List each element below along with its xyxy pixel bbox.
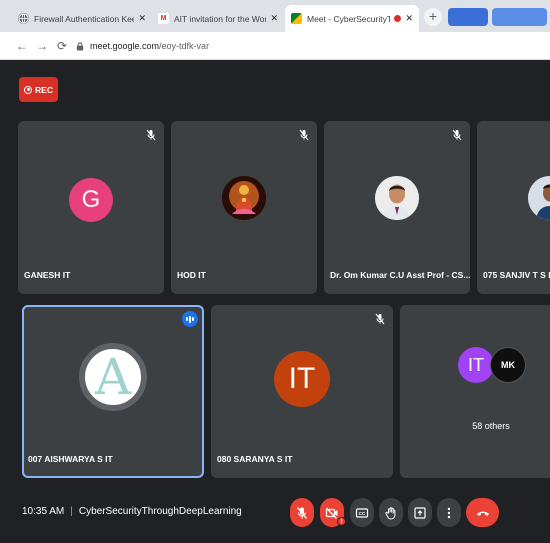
mic-off-icon — [375, 313, 385, 325]
separator: | — [70, 506, 73, 517]
person-photo-avatar — [375, 176, 419, 220]
meeting-info: 10:35 AM | CyberSecurityThroughDeepLearnin… — [22, 506, 242, 517]
speaking-indicator-icon — [182, 311, 198, 327]
recording-button[interactable]: REC — [19, 77, 58, 102]
participant-name: HOD IT — [177, 270, 206, 280]
close-tab-icon[interactable]: ✕ — [405, 13, 413, 24]
present-screen-button[interactable] — [408, 498, 432, 527]
tab-title: AIT invitation for the Workshop — [174, 13, 267, 24]
participant-name: 075 SANJIV T S IT — [483, 270, 550, 280]
others-count: 58 others — [472, 421, 510, 431]
participant-tile[interactable]: HOD IT — [171, 121, 317, 294]
tab-title: Meet - CyberSecurityThroughDeepLearning — [307, 13, 391, 24]
avatar: IT — [458, 347, 494, 383]
participant-tile[interactable]: IT 080 SARANYA S IT — [211, 305, 393, 478]
participant-name: GANESH IT — [24, 270, 71, 280]
mic-toggle-button[interactable] — [290, 498, 314, 527]
participant-name: 080 SARANYA S IT — [217, 454, 293, 464]
participant-name: 007 AISHWARYA S IT — [28, 454, 113, 464]
leave-call-button[interactable] — [466, 498, 499, 527]
url-path: /eoy-tdfk-var — [159, 41, 210, 51]
mic-off-icon — [146, 129, 156, 141]
others-tile[interactable]: IT MK 58 others — [400, 305, 550, 478]
meeting-name: CyberSecurityThroughDeepLearning — [78, 506, 242, 517]
reload-icon[interactable]: ⟳ — [54, 38, 70, 54]
participant-name: Dr. Om Kumar C.U Asst Prof - CS... — [330, 270, 470, 280]
others-avatar-logo: MK — [490, 347, 526, 383]
bottom-control-bar: 10:35 AM | CyberSecurityThroughDeepLearnin… — [0, 493, 550, 533]
blurred-region — [448, 8, 488, 26]
participant-tile[interactable]: Dr. Om Kumar C.U Asst Prof - CS... — [324, 121, 470, 294]
forward-icon[interactable]: → — [34, 38, 50, 54]
address-bar: ← → ⟳ meet.google.com/eoy-tdfk-var — [0, 32, 550, 60]
more-vert-icon — [447, 507, 451, 518]
tab-title: Firewall Authentication Keepalive — [34, 13, 135, 24]
url-host: meet.google.com — [90, 41, 160, 51]
current-time: 10:35 AM — [22, 506, 65, 517]
captions-button[interactable]: CC — [350, 498, 374, 527]
warning-badge-icon: ! — [337, 517, 346, 526]
record-icon — [24, 85, 33, 94]
others-avatar-2: MK — [501, 360, 515, 370]
others-avatar-1: IT — [468, 354, 484, 375]
back-icon[interactable]: ← — [14, 38, 30, 54]
recording-indicator-icon — [394, 15, 402, 22]
avatar: IT — [274, 351, 330, 407]
avatar-initial: IT — [288, 362, 316, 395]
deity-photo-avatar — [222, 176, 266, 220]
avatar: G — [69, 178, 113, 222]
person-photo-avatar — [528, 176, 550, 220]
hand-icon — [385, 506, 396, 520]
close-tab-icon[interactable]: ✕ — [270, 13, 278, 24]
tab-firewall[interactable]: Firewall Authentication Keepalive ✕ — [12, 5, 152, 32]
gmail-icon: M — [158, 13, 169, 24]
mic-off-icon — [296, 506, 308, 519]
cc-label: CC — [359, 511, 366, 516]
lock-icon — [76, 41, 84, 51]
tab-meet[interactable]: Meet - CyberSecurityThroughDeepLearning … — [285, 5, 419, 32]
browser-tab-bar: Firewall Authentication Keepalive ✕ M AI… — [0, 0, 550, 32]
camera-off-icon — [325, 507, 338, 519]
avatar-initial: G — [81, 186, 101, 213]
globe-icon — [18, 13, 29, 24]
close-tab-icon[interactable]: ✕ — [138, 13, 146, 24]
raise-hand-button[interactable] — [379, 498, 403, 527]
new-tab-button[interactable]: + — [424, 8, 442, 26]
blurred-region — [492, 8, 547, 26]
captions-icon: CC — [355, 507, 369, 518]
tab-gmail[interactable]: M AIT invitation for the Workshop ✕ — [152, 5, 284, 32]
end-call-icon — [476, 511, 489, 516]
url-field[interactable]: meet.google.com/eoy-tdfk-var — [76, 37, 209, 55]
more-options-button[interactable] — [437, 498, 461, 527]
rec-label: REC — [35, 84, 53, 95]
participant-tile-active-speaker[interactable]: A 007 AISHWARYA S IT — [22, 305, 204, 478]
present-icon — [414, 506, 426, 519]
mic-off-icon — [452, 129, 462, 141]
mic-off-icon — [299, 129, 309, 141]
meet-stage: REC G GANESH IT HOD IT Dr. Om Kumar C.U … — [0, 60, 550, 543]
participant-tile[interactable]: 075 SANJIV T S IT — [477, 121, 550, 294]
participant-tile[interactable]: G GANESH IT — [18, 121, 164, 294]
avatar: A — [79, 343, 147, 411]
meet-icon — [291, 13, 302, 24]
avatar-initial: A — [94, 348, 132, 406]
